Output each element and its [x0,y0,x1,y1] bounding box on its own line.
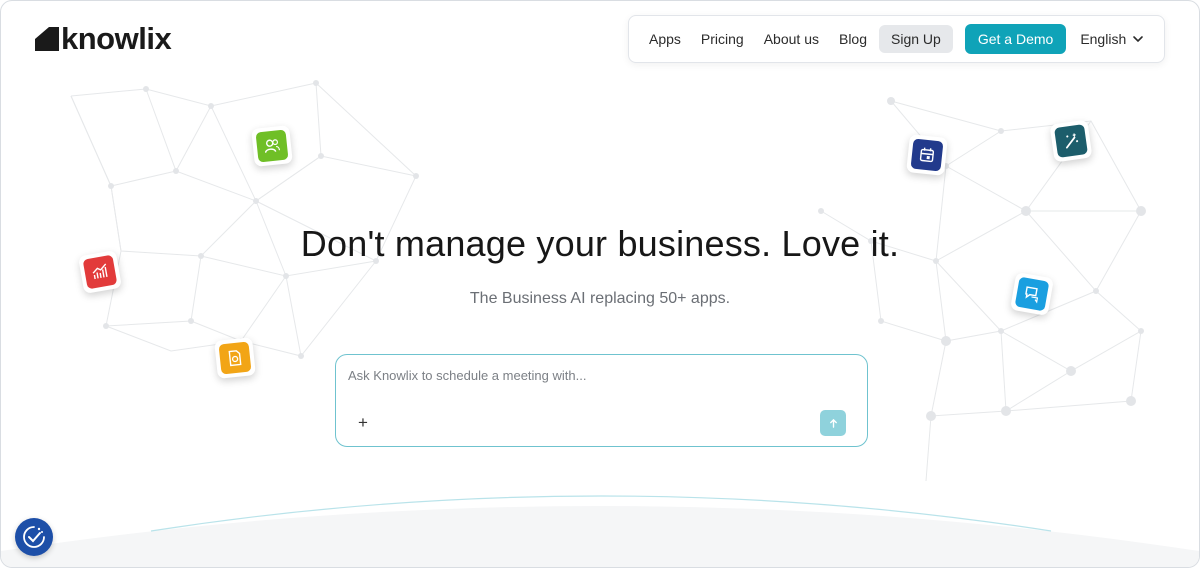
attach-plus-button[interactable]: + [358,413,368,433]
bottom-arc-decoration [1,495,1199,567]
chevron-down-icon [1133,36,1144,43]
cookie-consent-button[interactable] [15,518,53,556]
nav-link-pricing[interactable]: Pricing [691,25,754,53]
calendar-icon [919,147,935,163]
people-icon [264,139,281,153]
nav-link-blog[interactable]: Blog [829,25,877,53]
get-a-demo-button[interactable]: Get a Demo [964,24,1067,54]
magic-wand-app-icon [1049,119,1093,163]
cookie-check-icon [23,526,45,548]
page-frame: knowlix Apps Pricing About us Blog Sign … [0,0,1200,568]
calendar-app-icon [906,134,948,176]
sign-up-button[interactable]: Sign Up [879,25,953,53]
nav-link-apps[interactable]: Apps [639,25,691,53]
document-app-icon [214,337,256,379]
send-button[interactable] [820,410,846,436]
hero-subline: The Business AI replacing 50+ apps. [469,290,731,307]
brand-logo[interactable]: knowlix [35,21,172,56]
ask-input[interactable] [346,367,850,384]
logo-mark-icon [35,26,59,51]
brand-name: knowlix [61,21,172,56]
people-app-icon [251,125,293,167]
top-navigation: Apps Pricing About us Blog Sign Up Get a… [628,15,1165,63]
magic-wand-icon [1065,133,1079,149]
language-label: English [1080,31,1127,47]
ask-box: + [335,354,868,447]
arrow-up-icon [829,418,837,428]
document-icon [228,350,242,367]
language-selector[interactable]: English [1080,31,1144,47]
nav-link-about-us[interactable]: About us [754,25,829,53]
hero-headline: Don't manage your business. Love it. [300,223,900,264]
